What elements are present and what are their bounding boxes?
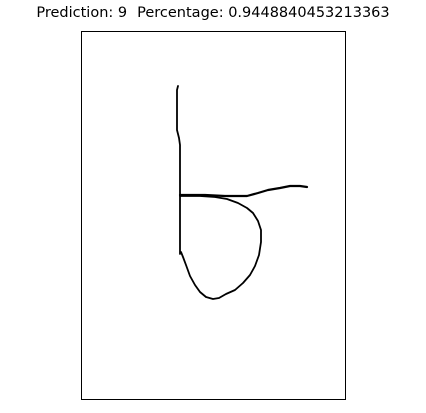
figure: Prediction: 9 Percentage: 0.9448840453213… (0, 0, 426, 413)
digit-stroke-loop (179, 195, 262, 300)
handwritten-digit (176, 85, 309, 300)
digit-stroke-bar (178, 184, 309, 198)
digit-stroke-stem (176, 85, 181, 255)
